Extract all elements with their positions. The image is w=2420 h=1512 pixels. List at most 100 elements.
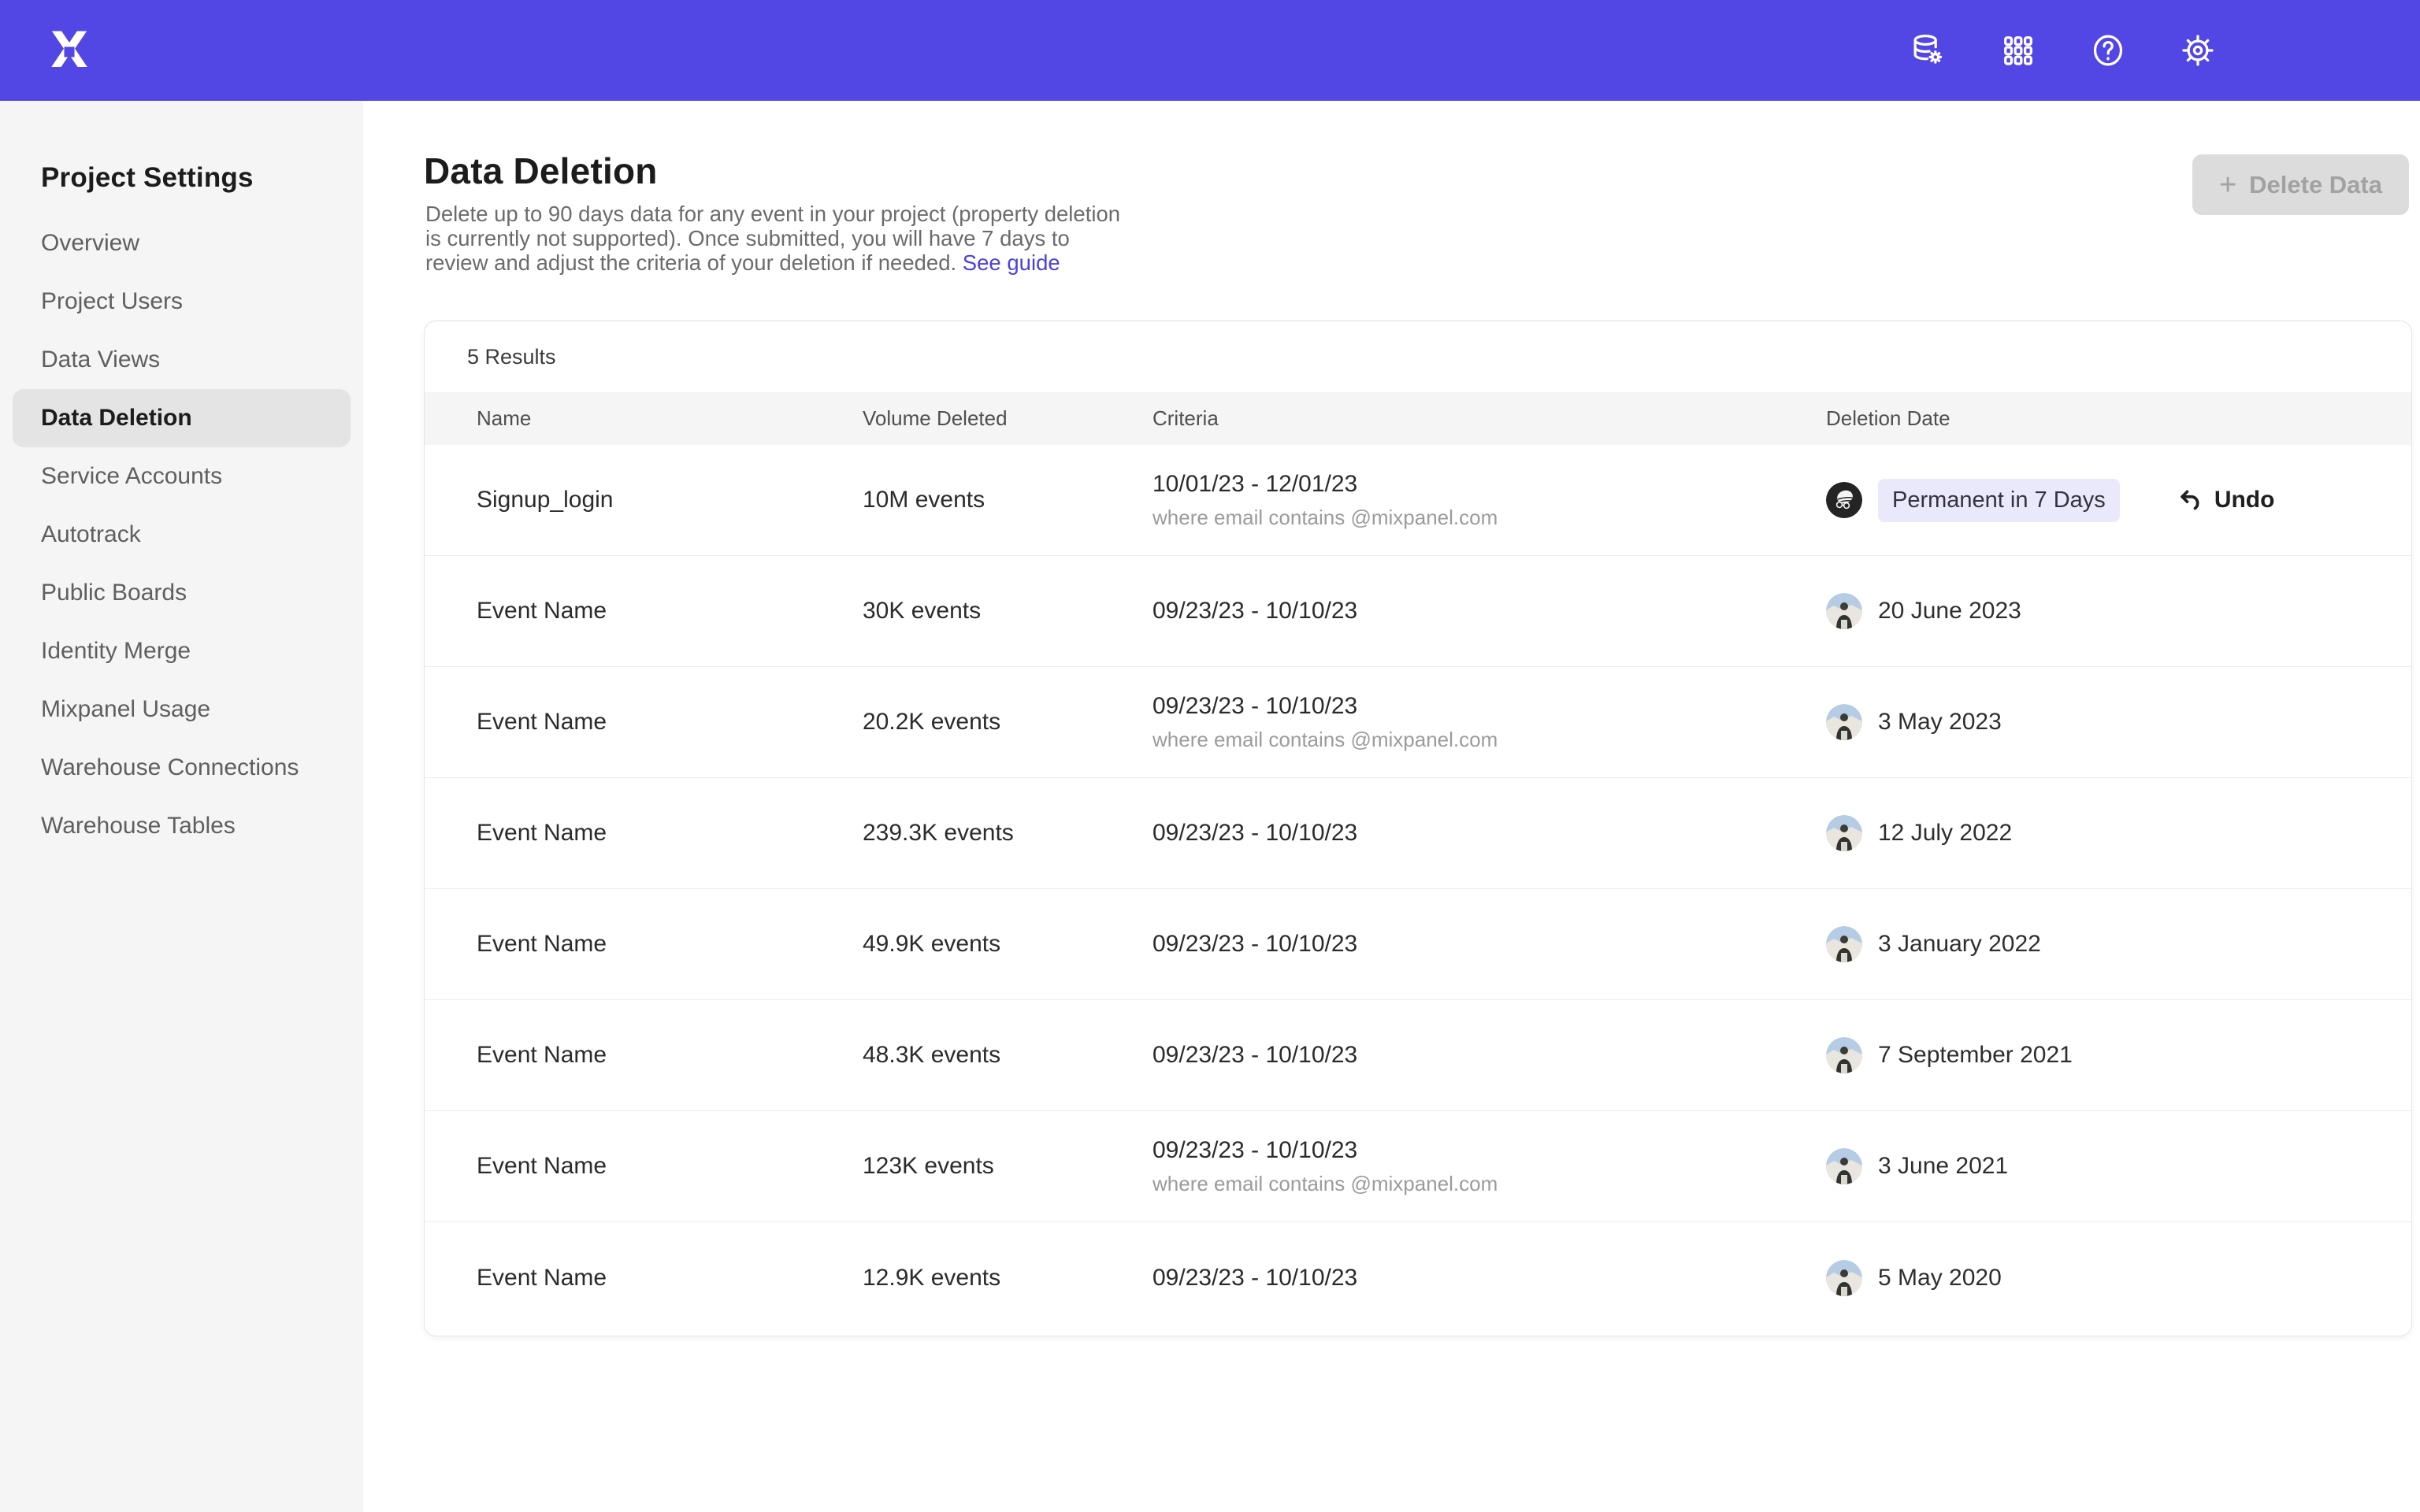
table-row: Event Name 48.3K events 09/23/23 - 10/10… xyxy=(425,1000,2411,1111)
page-description: Delete up to 90 days data for any event … xyxy=(425,202,1126,275)
cell-deletion-date: 12 July 2022 xyxy=(1826,815,2411,851)
deletion-date: 20 June 2023 xyxy=(1878,598,2021,624)
cell-volume: 48.3K events xyxy=(863,1042,1152,1069)
avatar xyxy=(1826,1260,1862,1296)
criteria-filter: where email contains @mixpanel.com xyxy=(1152,728,1826,752)
settings-gear-icon[interactable] xyxy=(2179,32,2217,69)
cell-deletion-date: 3 January 2022 xyxy=(1826,926,2411,962)
cell-name: Signup_login xyxy=(477,487,863,513)
cell-deletion-date: 7 September 2021 xyxy=(1826,1037,2411,1073)
criteria-range: 09/23/23 - 10/10/23 xyxy=(1152,1137,1826,1164)
sidebar-item-data-deletion[interactable]: Data Deletion xyxy=(13,389,351,447)
column-header-volume-deleted: Volume Deleted xyxy=(863,406,1152,431)
cell-deletion-date: 5 May 2020 xyxy=(1826,1260,2411,1296)
sidebar-item-public-boards[interactable]: Public Boards xyxy=(13,564,351,622)
sidebar-item-identity-merge[interactable]: Identity Merge xyxy=(13,622,351,680)
undo-label: Undo xyxy=(2214,487,2275,513)
mixpanel-logo[interactable]: X xyxy=(44,25,95,76)
table-row: Event Name 20.2K events 09/23/23 - 10/10… xyxy=(425,667,2411,778)
deletion-date: 5 May 2020 xyxy=(1878,1265,2002,1292)
table-header-row: Name Volume Deleted Criteria Deletion Da… xyxy=(425,392,2411,445)
cell-name: Event Name xyxy=(477,820,863,847)
cell-deletion-date: Permanent in 7 Days Undo xyxy=(1826,479,2411,522)
cell-criteria: 09/23/23 - 10/10/23 where email contains… xyxy=(1152,693,1826,752)
topbar: X xyxy=(0,0,2420,101)
sidebar-item-autotrack[interactable]: Autotrack xyxy=(13,506,351,564)
criteria-range: 09/23/23 - 10/10/23 xyxy=(1152,820,1826,847)
sidebar-heading: Project Settings xyxy=(0,101,363,214)
cell-volume: 239.3K events xyxy=(863,820,1152,847)
cell-volume: 123K events xyxy=(863,1153,1152,1180)
delete-data-button-label: Delete Data xyxy=(2249,171,2382,199)
deletion-date: 3 January 2022 xyxy=(1878,931,2041,958)
status-badge: Permanent in 7 Days xyxy=(1878,479,2120,522)
results-count: 5 Results xyxy=(425,321,2411,392)
deletion-date: 7 September 2021 xyxy=(1878,1042,2073,1069)
deletion-table-card: 5 Results Name Volume Deleted Criteria D… xyxy=(424,321,2412,1336)
sidebar-item-service-accounts[interactable]: Service Accounts xyxy=(13,447,351,506)
cell-volume: 12.9K events xyxy=(863,1265,1152,1292)
criteria-filter: where email contains @mixpanel.com xyxy=(1152,1172,1826,1196)
table-row: Event Name 12.9K events 09/23/23 - 10/10… xyxy=(425,1222,2411,1333)
apps-grid-icon[interactable] xyxy=(1999,32,2037,69)
data-management-icon[interactable] xyxy=(1910,32,1947,69)
criteria-range: 09/23/23 - 10/10/23 xyxy=(1152,1265,1826,1292)
cell-criteria: 09/23/23 - 10/10/23 xyxy=(1152,1042,1826,1069)
cell-volume: 20.2K events xyxy=(863,709,1152,736)
deletion-date: 3 May 2023 xyxy=(1878,709,2002,736)
main-content: Data Deletion Delete up to 90 days data … xyxy=(363,101,2420,1512)
cell-criteria: 09/23/23 - 10/10/23 xyxy=(1152,598,1826,624)
cell-deletion-date: 20 June 2023 xyxy=(1826,593,2411,629)
criteria-range: 09/23/23 - 10/10/23 xyxy=(1152,931,1826,958)
column-header-name: Name xyxy=(477,406,863,431)
sidebar-item-mixpanel-usage[interactable]: Mixpanel Usage xyxy=(13,680,351,739)
avatar xyxy=(1826,482,1862,518)
deletion-date: 12 July 2022 xyxy=(1878,820,2012,847)
sidebar: Project Settings Overview Project Users … xyxy=(0,101,363,1512)
sidebar-item-data-views[interactable]: Data Views xyxy=(13,331,351,389)
delete-data-button[interactable]: + Delete Data xyxy=(2192,154,2409,215)
cell-volume: 49.9K events xyxy=(863,931,1152,958)
sidebar-item-warehouse-connections[interactable]: Warehouse Connections xyxy=(13,739,351,797)
column-header-deletion-date: Deletion Date xyxy=(1826,406,2411,431)
column-header-criteria: Criteria xyxy=(1152,406,1826,431)
cell-volume: 10M events xyxy=(863,487,1152,513)
criteria-range: 09/23/23 - 10/10/23 xyxy=(1152,598,1826,624)
criteria-filter: where email contains @mixpanel.com xyxy=(1152,506,1826,530)
avatar xyxy=(1826,926,1862,962)
table-row: Signup_login 10M events 10/01/23 - 12/01… xyxy=(425,445,2411,556)
avatar xyxy=(1826,1037,1862,1073)
criteria-range: 09/23/23 - 10/10/23 xyxy=(1152,1042,1826,1069)
sidebar-item-overview[interactable]: Overview xyxy=(13,214,351,272)
cell-criteria: 09/23/23 - 10/10/23 where email contains… xyxy=(1152,1137,1826,1196)
deletion-date: 3 June 2021 xyxy=(1878,1153,2008,1180)
criteria-range: 10/01/23 - 12/01/23 xyxy=(1152,471,1826,498)
cell-name: Event Name xyxy=(477,1265,863,1292)
cell-name: Event Name xyxy=(477,1153,863,1180)
cell-name: Event Name xyxy=(477,709,863,736)
cell-criteria: 09/23/23 - 10/10/23 xyxy=(1152,820,1826,847)
criteria-range: 09/23/23 - 10/10/23 xyxy=(1152,693,1826,720)
undo-button[interactable]: Undo xyxy=(2177,487,2275,513)
cell-name: Event Name xyxy=(477,598,863,624)
sidebar-item-project-users[interactable]: Project Users xyxy=(13,272,351,331)
topbar-icons xyxy=(1910,0,2217,101)
cell-volume: 30K events xyxy=(863,598,1152,624)
undo-icon xyxy=(2177,487,2203,513)
plus-icon: + xyxy=(2219,170,2236,200)
avatar xyxy=(1826,704,1862,740)
cell-deletion-date: 3 May 2023 xyxy=(1826,704,2411,740)
avatar xyxy=(1826,593,1862,629)
table-row: Event Name 239.3K events 09/23/23 - 10/1… xyxy=(425,778,2411,889)
help-icon[interactable] xyxy=(2089,32,2127,69)
table-row: Event Name 30K events 09/23/23 - 10/10/2… xyxy=(425,556,2411,667)
cell-name: Event Name xyxy=(477,1042,863,1069)
sidebar-item-warehouse-tables[interactable]: Warehouse Tables xyxy=(13,797,351,855)
avatar xyxy=(1826,815,1862,851)
cell-deletion-date: 3 June 2021 xyxy=(1826,1148,2411,1184)
mixpanel-x-mark: X xyxy=(50,26,88,75)
cell-name: Event Name xyxy=(477,931,863,958)
table-row: Event Name 49.9K events 09/23/23 - 10/10… xyxy=(425,889,2411,1000)
table-row: Event Name 123K events 09/23/23 - 10/10/… xyxy=(425,1111,2411,1222)
see-guide-link[interactable]: See guide xyxy=(963,250,1060,275)
